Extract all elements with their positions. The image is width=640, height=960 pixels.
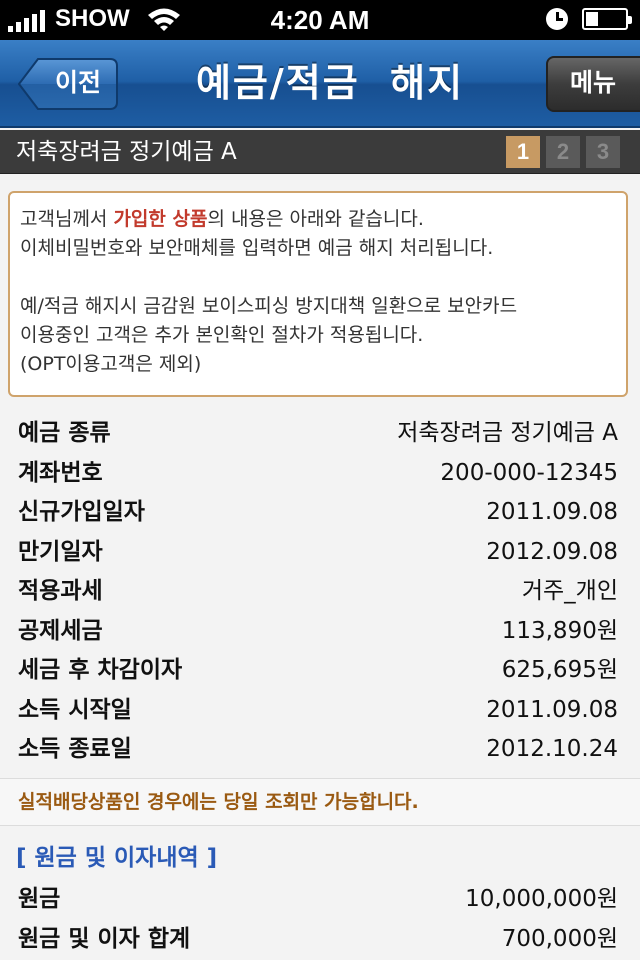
status-bar: SHOW 4:20 AM [0, 0, 640, 40]
detail-value: 2011.09.08 [486, 499, 618, 525]
detail-value: 거주_개인 [521, 578, 618, 604]
notice-highlight: 가입한 상품 [113, 208, 208, 230]
detail-row: 적용과세 거주_개인 [0, 572, 640, 612]
step-3: 3 [586, 136, 620, 168]
detail-value: 113,890원 [501, 617, 618, 644]
detail-row: 예금 종류 저축장려금 정기예금 A [0, 414, 640, 454]
notice-line-5: (OPT이용고객은 제외) [20, 353, 202, 375]
notice-line-4: 이용중인 고객은 추가 본인확인 절차가 적용됩니다. [20, 324, 424, 346]
detail-label: 신규가입일자 [18, 499, 145, 525]
menu-button[interactable]: 메뉴 [546, 56, 640, 112]
clock-icon [546, 8, 568, 30]
caution-text: 실적배당상품인 경우에는 당일 조회만 가능합니다. [18, 791, 419, 813]
battery-icon [582, 8, 632, 30]
detail-row: 소득 시작일 2011.09.08 [0, 691, 640, 731]
detail-label: 원금 및 이자 합계 [18, 925, 191, 952]
step-indicator: 1 2 3 [506, 136, 620, 168]
detail-row: 계좌번호 200-000-12345 [0, 454, 640, 494]
detail-row: 원금 및 이자 합계 700,000원 [0, 920, 640, 960]
detail-row: 만기일자 2012.09.08 [0, 533, 640, 573]
product-header: 저축장려금 정기예금 A 1 2 3 [0, 130, 640, 174]
detail-value: 200-000-12345 [440, 459, 618, 486]
section-title: [ 원금 및 이자내역 ] [16, 845, 218, 871]
detail-label: 계좌번호 [18, 459, 103, 486]
back-button[interactable]: 이전 [18, 58, 118, 110]
detail-value: 2012.10.24 [486, 736, 618, 762]
detail-label: 예금 종류 [18, 420, 111, 446]
detail-row: 신규가입일자 2011.09.08 [0, 493, 640, 533]
step-1: 1 [506, 136, 540, 168]
caution-banner: 실적배당상품인 경우에는 당일 조회만 가능합니다. [0, 778, 640, 826]
detail-row: 공제세금 113,890원 [0, 612, 640, 652]
principal-details: 원금 10,000,000원 원금 및 이자 합계 700,000원 [0, 880, 640, 959]
deposit-details: 예금 종류 저축장려금 정기예금 A 계좌번호 200-000-12345 신규가입… [0, 414, 640, 770]
navigation-bar: 이전 예금/적금 해지 메뉴 [0, 40, 640, 128]
product-name: 저축장려금 정기예금 A [16, 139, 237, 165]
detail-value: 700,000원 [501, 925, 618, 952]
detail-value: 저축장려금 정기예금 A [397, 420, 618, 446]
notice-line-2: 이체비밀번호와 보안매체를 입력하면 예금 해지 처리됩니다. [20, 237, 494, 259]
notice-box: 고객님께서 가입한 상품의 내용은 아래와 같습니다. 이체비밀번호와 보안매체… [8, 191, 628, 397]
status-right [546, 8, 632, 30]
back-button-label: 이전 [54, 68, 101, 97]
detail-row: 소득 종료일 2012.10.24 [0, 730, 640, 770]
step-2: 2 [546, 136, 580, 168]
detail-label: 세금 후 차감이자 [18, 657, 183, 683]
notice-text: 의 내용은 아래와 같습니다. [207, 208, 424, 230]
detail-label: 공제세금 [18, 617, 103, 644]
detail-row: 세금 후 차감이자 625,695원 [0, 651, 640, 691]
detail-label: 소득 종료일 [18, 736, 132, 762]
detail-value: 2011.09.08 [486, 696, 618, 723]
detail-value: 10,000,000원 [465, 886, 618, 912]
notice-line-1: 고객님께서 가입한 상품의 내용은 아래와 같습니다. [20, 205, 626, 234]
detail-value: 2012.09.08 [486, 538, 618, 565]
detail-label: 만기일자 [18, 538, 103, 565]
detail-value: 625,695원 [501, 657, 618, 683]
detail-label: 적용과세 [18, 578, 103, 604]
detail-row: 원금 10,000,000원 [0, 880, 640, 920]
detail-label: 소득 시작일 [18, 696, 132, 723]
detail-label: 원금 [18, 886, 61, 912]
page-title: 예금/적금 해지 [195, 61, 465, 105]
status-time: 4:20 AM [270, 5, 370, 35]
notice-line-3: 예/적금 해지시 금감원 보이스피싱 방지대책 일환으로 보안카드 [20, 295, 518, 317]
notice-text: 고객님께서 [20, 208, 114, 230]
